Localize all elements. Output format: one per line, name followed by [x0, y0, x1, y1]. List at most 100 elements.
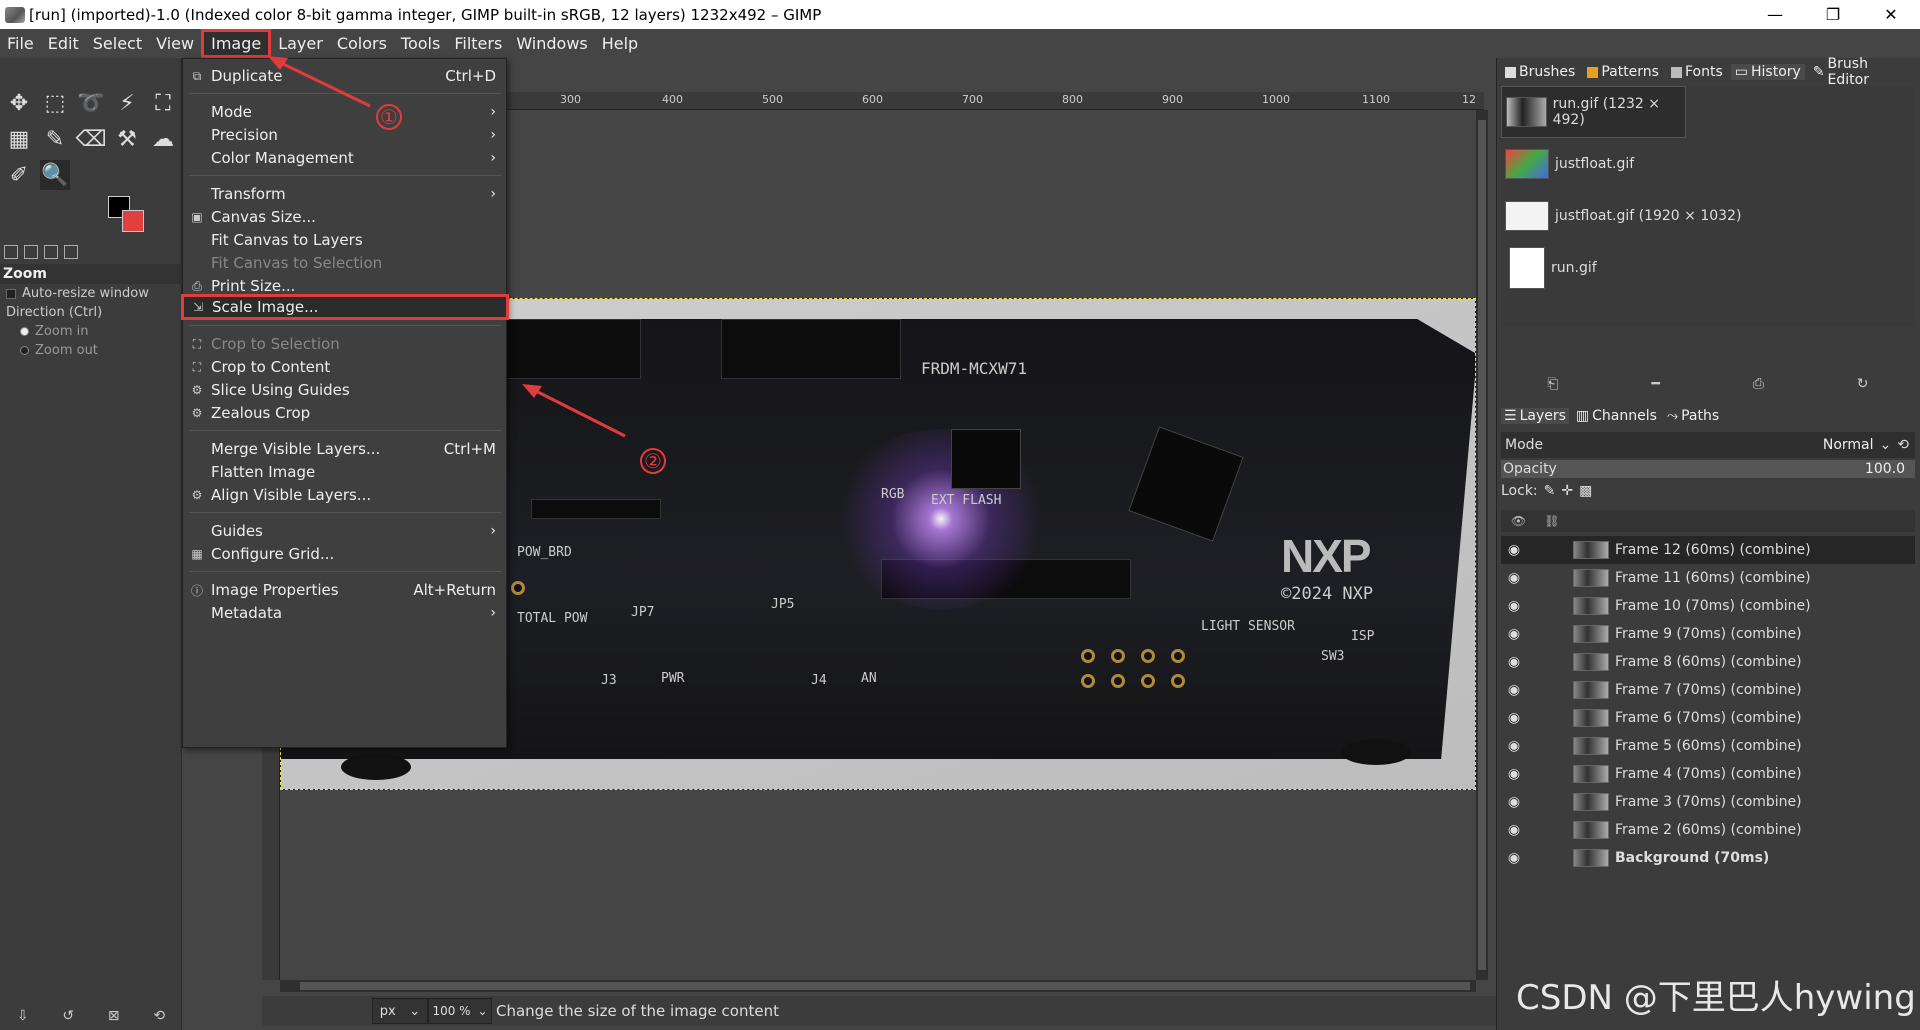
menu-item-scale-image[interactable]: ⇲ Scale Image... — [181, 294, 509, 320]
eye-icon[interactable]: ◉ — [1501, 738, 1527, 754]
menu-layer[interactable]: Layer — [271, 29, 330, 58]
menu-tools[interactable]: Tools — [394, 29, 447, 58]
tab-paths[interactable]: ⤳ Paths — [1664, 408, 1722, 424]
rect-select-tool-icon[interactable]: ⬚ — [40, 88, 70, 118]
menu-item-duplicate[interactable]: ⧉ Duplicate Ctrl+D — [183, 63, 506, 89]
zoom-out-radio[interactable] — [20, 346, 29, 355]
menu-item-zealous-crop[interactable]: ⚙ Zealous Crop — [183, 400, 506, 426]
menu-file[interactable]: File — [0, 29, 41, 58]
create-view-icon[interactable]: ⎙ — [1753, 376, 1764, 396]
zoom-in-radio[interactable] — [20, 327, 29, 336]
horizontal-scrollbar[interactable] — [280, 980, 1476, 992]
layer-row[interactable]: ◉ Frame 9 (70ms) (combine) — [1501, 620, 1915, 648]
image-item[interactable]: run.gif — [1501, 242, 1915, 294]
image-item[interactable]: justfloat.gif (1920 × 1032) — [1501, 190, 1915, 242]
tab-brush-editor[interactable]: ✎ Brush Editor — [1809, 56, 1917, 88]
lock-alpha-icon[interactable]: ▩ — [1579, 483, 1592, 499]
menu-item-color-management[interactable]: Color Management › — [183, 145, 506, 171]
zoom-tool-icon[interactable]: 🔍 — [40, 160, 70, 190]
save-options-icon[interactable]: ⇩ — [17, 1008, 29, 1024]
fg-bg-color-swatch[interactable] — [108, 196, 152, 236]
menu-item-metadata[interactable]: Metadata › — [183, 600, 506, 626]
zoom-select[interactable]: 100 % ⌄ — [428, 998, 492, 1024]
layer-row[interactable]: ◉ Frame 3 (70ms) (combine) — [1501, 788, 1915, 816]
refresh-icon[interactable]: ↻ — [1857, 376, 1869, 396]
layer-row[interactable]: ◉ Frame 11 (60ms) (combine) — [1501, 564, 1915, 592]
close-button[interactable]: ✕ — [1862, 0, 1920, 29]
eye-icon[interactable]: ◉ — [1501, 682, 1527, 698]
device-status-tab-icon[interactable] — [24, 245, 38, 259]
remove-icon[interactable]: ━ — [1651, 376, 1659, 396]
menu-item-configure-grid[interactable]: ▦ Configure Grid... — [183, 541, 506, 567]
maximize-button[interactable]: ❐ — [1804, 0, 1862, 29]
eye-icon[interactable]: ◉ — [1501, 570, 1527, 586]
eye-icon[interactable]: ◉ — [1501, 598, 1527, 614]
lasso-tool-icon[interactable]: ➰ — [76, 88, 106, 118]
lock-position-icon[interactable]: ✛ — [1561, 483, 1573, 499]
delete-options-icon[interactable]: ⊠ — [108, 1008, 120, 1024]
eye-icon[interactable]: ◉ — [1501, 766, 1527, 782]
image-item[interactable]: run.gif (1232 × 492) — [1501, 86, 1686, 138]
image-item[interactable]: justfloat.gif — [1501, 138, 1915, 190]
paintbrush-tool-icon[interactable]: ✎ — [40, 124, 70, 154]
menu-image[interactable]: Image — [201, 29, 272, 58]
images-tab-icon[interactable] — [64, 245, 78, 259]
menu-colors[interactable]: Colors — [330, 29, 394, 58]
layer-row[interactable]: ◉ Frame 2 (60ms) (combine) — [1501, 816, 1915, 844]
tab-history[interactable]: ▭ History — [1730, 64, 1805, 80]
horizontal-scroll-thumb[interactable] — [300, 982, 1470, 990]
menu-filters[interactable]: Filters — [447, 29, 509, 58]
move-tool-icon[interactable]: ✥ — [4, 88, 34, 118]
reset-options-icon[interactable]: ⟲ — [153, 1008, 165, 1024]
auto-resize-option[interactable]: Auto-resize window — [0, 284, 182, 303]
menu-view[interactable]: View — [149, 29, 201, 58]
minimize-button[interactable]: — — [1746, 0, 1804, 29]
vertical-scroll-thumb[interactable] — [1478, 120, 1486, 970]
gradient-tool-icon[interactable]: ▦ — [4, 124, 34, 154]
tab-fonts[interactable]: Fonts — [1667, 64, 1727, 80]
smudge-tool-icon[interactable]: ☁ — [148, 124, 178, 154]
layer-row[interactable]: ◉ Frame 6 (70ms) (combine) — [1501, 704, 1915, 732]
eye-icon[interactable]: ◉ — [1501, 626, 1527, 642]
zoom-out-option[interactable]: Zoom out — [0, 341, 182, 360]
eye-icon[interactable]: ◉ — [1501, 654, 1527, 670]
layer-mode-select[interactable]: Mode Normal ⌄ ⟲ — [1501, 432, 1915, 458]
opacity-slider[interactable]: Opacity 100.0 — [1501, 460, 1915, 478]
background-color[interactable] — [122, 210, 144, 232]
undo-history-tab-icon[interactable] — [44, 245, 58, 259]
menu-item-align-visible[interactable]: ⚙ Align Visible Layers... — [183, 482, 506, 508]
crop-tool-icon[interactable]: ⛶ — [148, 88, 178, 118]
menu-help[interactable]: Help — [595, 29, 645, 58]
layer-row[interactable]: ◉ Frame 12 (60ms) (combine) — [1501, 536, 1915, 564]
eye-icon[interactable]: ◉ — [1501, 822, 1527, 838]
color-picker-tool-icon[interactable]: ✐ — [4, 160, 34, 190]
layer-row[interactable]: ◉ Background (70ms) — [1501, 844, 1915, 872]
tab-channels[interactable]: ▥ Channels — [1573, 408, 1660, 424]
layer-row[interactable]: ◉ Frame 8 (60ms) (combine) — [1501, 648, 1915, 676]
menu-windows[interactable]: Windows — [509, 29, 594, 58]
clone-tool-icon[interactable]: ⚒ — [112, 124, 142, 154]
eye-icon[interactable]: ◉ — [1501, 710, 1527, 726]
raise-display-icon[interactable]: ⎗ — [1547, 376, 1558, 396]
tab-brushes[interactable]: Brushes — [1501, 64, 1579, 80]
zoom-in-option[interactable]: Zoom in — [0, 322, 182, 341]
restore-options-icon[interactable]: ↺ — [62, 1008, 74, 1024]
reset-mode-icon[interactable]: ⟲ — [1897, 437, 1915, 453]
layer-row[interactable]: ◉ Frame 10 (70ms) (combine) — [1501, 592, 1915, 620]
eye-icon[interactable]: ◉ — [1501, 850, 1527, 866]
menu-edit[interactable]: Edit — [41, 29, 86, 58]
tool-options-tab-icon[interactable] — [4, 245, 18, 259]
layer-row[interactable]: ◉ Frame 5 (60ms) (combine) — [1501, 732, 1915, 760]
eye-icon[interactable]: ◉ — [1501, 542, 1527, 558]
tab-layers[interactable]: ☰ Layers — [1501, 408, 1569, 424]
tab-patterns[interactable]: Patterns — [1583, 64, 1663, 80]
fuzzy-select-tool-icon[interactable]: ⚡ — [112, 88, 142, 118]
lock-pixels-icon[interactable]: ✎ — [1544, 483, 1556, 499]
eraser-tool-icon[interactable]: ⌫ — [75, 124, 106, 154]
unit-select[interactable]: px ⌄ — [372, 998, 428, 1024]
menu-select[interactable]: Select — [86, 29, 149, 58]
layer-row[interactable]: ◉ Frame 4 (70ms) (combine) — [1501, 760, 1915, 788]
vertical-scrollbar[interactable] — [1476, 110, 1488, 980]
layer-row[interactable]: ◉ Frame 7 (70ms) (combine) — [1501, 676, 1915, 704]
eye-icon[interactable]: ◉ — [1501, 794, 1527, 810]
